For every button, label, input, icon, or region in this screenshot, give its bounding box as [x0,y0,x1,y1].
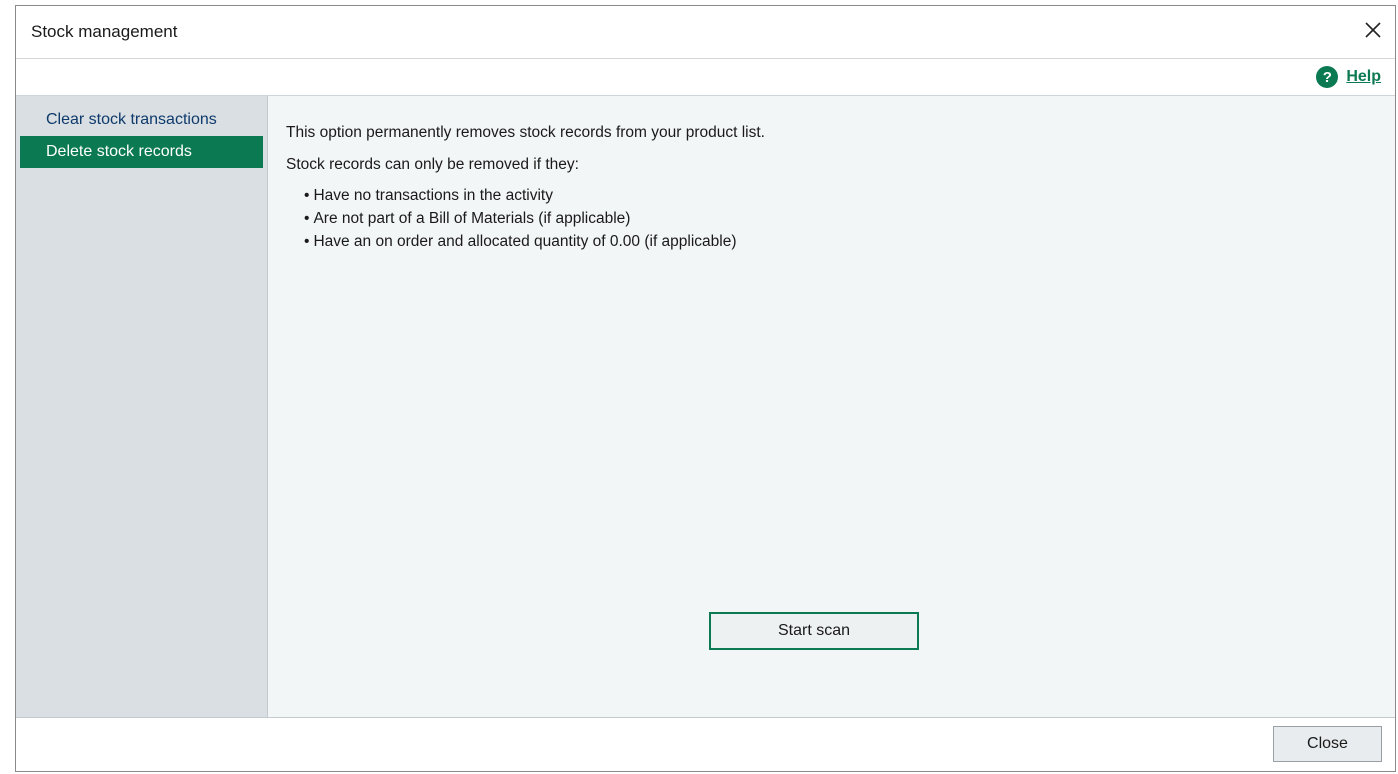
list-item: Are not part of a Bill of Materials (if … [304,207,737,230]
dialog-title: Stock management [31,22,178,41]
sidebar-item-delete-stock-records[interactable]: Delete stock records [20,136,263,168]
conditions-list: Have no transactions in the activity Are… [304,184,737,253]
close-button[interactable]: Close [1273,726,1382,762]
sidebar-item-label: Clear stock transactions [46,111,217,128]
main-content: This option permanently removes stock re… [268,96,1395,717]
sidebar-item-label: Delete stock records [46,143,192,160]
sidebar-item-clear-stock-transactions[interactable]: Clear stock transactions [20,104,263,136]
intro-text: This option permanently removes stock re… [286,124,765,141]
conditions-heading: Stock records can only be removed if the… [286,156,579,173]
start-scan-button[interactable]: Start scan [709,612,919,650]
list-item: Have an on order and allocated quantity … [304,230,736,253]
dialog-footer: Close [16,717,1395,771]
question-circle-icon: ? [1316,66,1339,88]
list-item: Have no transactions in the activity [304,184,737,207]
sidebar: Clear stock transactions Delete stock re… [16,96,268,717]
help-bar: ? Help [16,59,1395,96]
stock-management-dialog: Stock management ? Help Clear stock tran… [15,5,1396,772]
help-label: Help [1346,68,1381,85]
title-bar: Stock management [16,6,1395,59]
help-link[interactable]: ? Help [1316,66,1381,88]
close-icon[interactable] [1361,18,1385,42]
